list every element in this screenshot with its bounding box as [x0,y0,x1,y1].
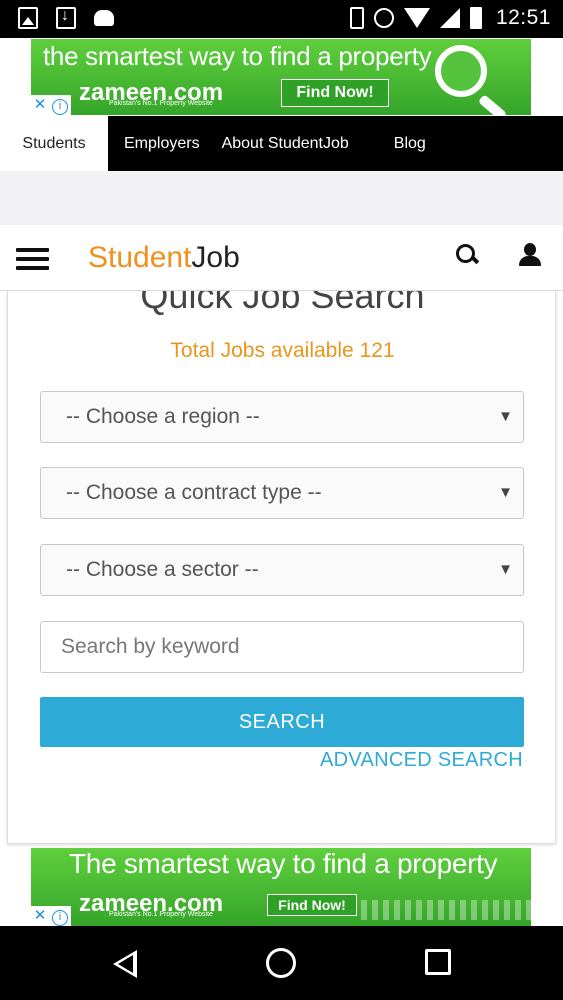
sector-select[interactable]: -- Choose a sector -- ▼ [40,544,524,596]
top-nav: Students Employers About StudentJob Blog [0,116,563,171]
subnav-band [0,171,563,225]
hamburger-menu-icon[interactable] [16,248,49,270]
wifi-icon [403,8,430,28]
ad-close-icon[interactable]: ✕ [31,95,49,115]
ad-info-icon[interactable]: i [49,906,71,926]
ad-headline: The smartest way to find a property [69,848,498,879]
chevron-down-icon: ▼ [498,484,513,501]
signal-icon [439,8,460,28]
contract-type-select-label: -- Choose a contract type -- [66,481,322,504]
android-icon [94,10,114,26]
ad-banner-top[interactable]: the smartest way to find a property zame… [31,39,531,115]
recent-apps-icon[interactable] [425,949,451,975]
gallery-icon [18,7,38,29]
battery-icon [469,7,482,29]
ad-headline: the smartest way to find a property [43,41,432,71]
app-header: StudentJob [0,225,563,291]
ad-find-now-button[interactable]: Find Now! [281,79,389,107]
brand-part-job: Job [191,241,240,274]
contract-type-select[interactable]: -- Choose a contract type -- ▼ [40,467,524,519]
region-select-label: -- Choose a region -- [66,405,260,428]
ad-close-icon[interactable]: ✕ [31,906,49,926]
home-icon[interactable] [266,948,296,978]
brand-logo[interactable]: StudentJob [88,241,240,275]
ad-find-now-button[interactable]: Find Now! [267,894,357,916]
download-icon [56,7,76,29]
status-time: 12:51 [495,6,551,29]
nav-item-about[interactable]: About StudentJob [222,116,349,171]
nav-item-employers[interactable]: Employers [124,116,200,171]
page-title: Quick Job Search [140,291,425,316]
keyword-search-input[interactable] [40,621,524,673]
ad-tagline: Pakistan's No.1 Property Website [109,100,213,107]
region-select[interactable]: -- Choose a region -- ▼ [40,391,524,443]
system-nav-bar [0,926,563,1000]
nav-item-blog[interactable]: Blog [394,116,426,171]
alarm-icon [373,8,394,28]
quick-search-card: Quick Job Search Total Jobs available 12… [7,291,556,844]
sector-select-label: -- Choose a sector -- [66,558,259,581]
magnifier-icon [435,45,487,97]
ad-tagline: Pakistan's No.1 Property Website [109,911,213,918]
search-icon[interactable] [456,244,478,266]
advanced-search-link[interactable]: ADVANCED SEARCH [320,749,523,772]
skyline-graphic [361,900,531,920]
back-icon[interactable] [113,950,137,978]
chevron-down-icon: ▼ [498,408,513,425]
nav-item-students[interactable]: Students [0,116,108,171]
user-icon[interactable] [518,243,542,267]
brand-part-student: Student [88,241,192,274]
vibrate-icon [349,7,364,29]
total-jobs-count: Total Jobs available 121 [170,339,395,362]
ad-info-icon[interactable]: i [49,95,71,115]
ad-banner-bottom[interactable]: The smartest way to find a property zame… [31,848,531,926]
search-button[interactable]: SEARCH [40,697,524,747]
status-bar: 12:51 [0,0,563,38]
chevron-down-icon: ▼ [498,561,513,578]
